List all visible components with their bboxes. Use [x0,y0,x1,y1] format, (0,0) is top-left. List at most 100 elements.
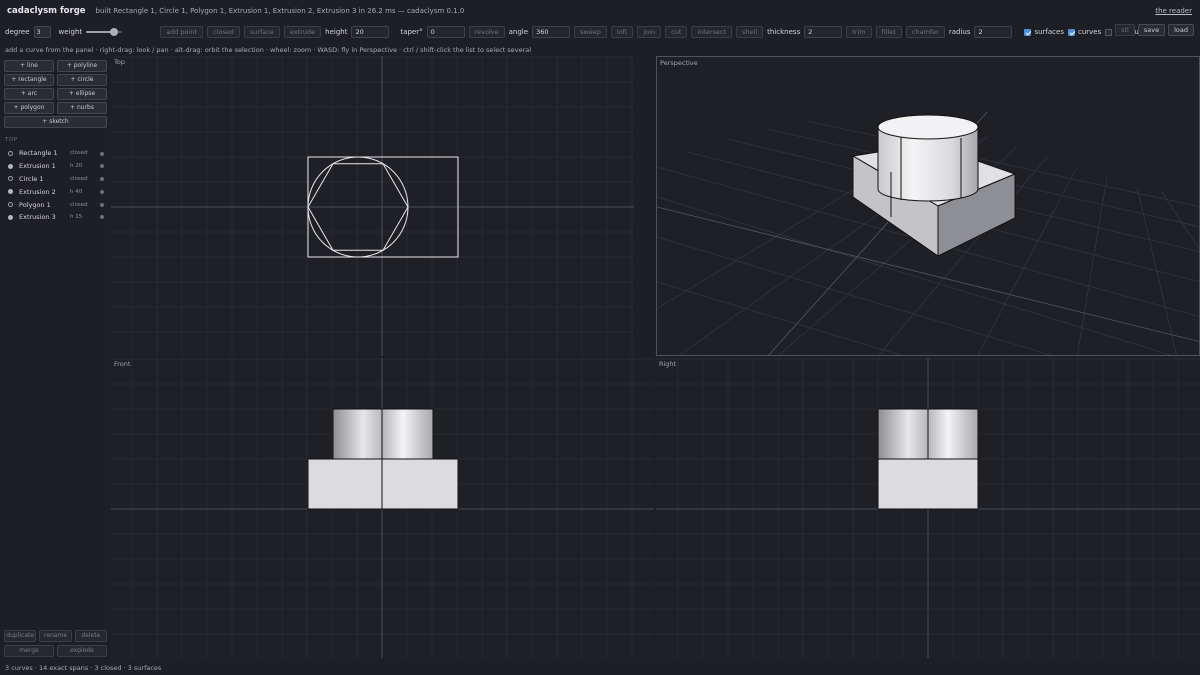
object-actions: duplicate rename delete merge explode [4,630,107,660]
front-view-canvas[interactable] [111,358,654,658]
save-button[interactable]: save [1137,24,1166,36]
curve-buttons: + line + polyline + rectangle + circle +… [4,60,107,128]
tree-item-meta: h 15 [70,214,83,221]
closed-button[interactable]: closed [207,26,240,38]
tree-item-extrusion-2[interactable]: Extrusion 2 h 40 [4,185,107,198]
add-circle-button[interactable]: + circle [57,74,107,86]
height-input[interactable]: 20 [351,26,390,38]
revolve-button[interactable]: revolve [468,26,505,38]
chamfer-button[interactable]: chamfer [905,26,945,38]
explode-button[interactable]: explode [57,645,107,657]
angle-input[interactable]: 360 [532,26,571,38]
merge-button[interactable]: merge [4,645,54,657]
tree-item-circle-1[interactable]: Circle 1 closed [4,173,107,186]
app-header: cadaclysm forge built Rectangle 1, Circl… [0,0,1200,22]
visibility-icon[interactable] [100,177,104,182]
perspective-canvas[interactable] [657,57,1200,356]
sweep-button[interactable]: sweep [574,26,607,38]
tree-item-name: Extrusion 2 [19,187,56,196]
height-label: height [325,28,348,36]
measures-checkbox[interactable] [1105,28,1113,36]
curve-icon [8,150,13,156]
intersect-button[interactable]: intersect [691,26,733,38]
surfaces-toggle[interactable]: surfaces [1024,28,1064,36]
tree-item-extrusion-3[interactable]: Extrusion 3 h 15 [4,211,107,224]
tree-item-rectangle-1[interactable]: Rectangle 1 closed [4,147,107,160]
surface-button[interactable]: surface [243,26,280,38]
visibility-icon[interactable] [100,164,104,169]
loft-button[interactable]: loft [610,26,634,38]
tree-item-name: Polygon 1 [19,200,51,209]
add-sketch-button[interactable]: + sketch [4,116,107,128]
weight-slider[interactable] [86,27,123,37]
viewport-label: Front [114,360,131,368]
top-view-canvas[interactable] [111,56,634,356]
status-bar: 3 curves · 14 exact spans · 3 closed · 3… [5,664,162,672]
cut-button[interactable]: cut [665,26,688,38]
tree-item-extrusion-1[interactable]: Extrusion 1 h 20 [4,160,107,173]
add-nurbs-button[interactable]: + nurbs [57,102,107,114]
taper-input[interactable]: 0 [426,26,465,38]
join-button[interactable]: join [637,26,662,38]
radius-input[interactable]: 2 [974,26,1013,38]
visibility-icon[interactable] [100,215,104,220]
trim-button[interactable]: trim [846,26,872,38]
extrude-button[interactable]: extrude [283,26,322,38]
degree-select[interactable]: 3 [33,26,51,38]
object-tree: Rectangle 1 closed Extrusion 1 h 20 Circ… [4,147,107,224]
reader-link[interactable]: the reader [1155,7,1192,15]
add-rectangle-button[interactable]: + rectangle [4,74,54,86]
tree-item-meta: closed [70,150,88,157]
curves-toggle[interactable]: curves [1068,28,1101,36]
add-ellipse-button[interactable]: + ellipse [57,88,107,100]
curves-checkbox[interactable] [1068,28,1075,36]
build-message: built Rectangle 1, Circle 1, Polygon 1, … [95,7,465,15]
shell-button[interactable]: shell [736,26,764,38]
weight-slider-knob[interactable] [110,28,119,36]
tree-item-polygon-1[interactable]: Polygon 1 closed [4,198,107,211]
degree-label: degree [5,28,30,36]
load-button[interactable]: load [1168,24,1194,36]
add-polygon-button[interactable]: + polygon [4,102,54,114]
visibility-icon[interactable] [100,151,104,156]
surfaces-label: surfaces [1034,28,1064,36]
curve-icon [8,202,13,208]
tree-item-meta: closed [70,201,88,208]
curves-label: curves [1078,28,1102,36]
solid-icon [8,189,13,195]
visibility-icon[interactable] [100,189,104,194]
curve-icon [8,176,13,182]
viewport-right[interactable]: Right [656,358,1200,658]
rename-button[interactable]: rename [39,630,72,642]
thickness-input[interactable]: 2 [804,26,843,38]
fillet-button[interactable]: fillet [875,26,902,38]
tree-item-name: Rectangle 1 [19,149,58,158]
tree-item-meta: h 40 [70,188,83,195]
duplicate-button[interactable]: duplicate [4,630,37,642]
delete-button[interactable]: delete [74,630,107,642]
extrusion-1-box[interactable] [307,458,459,510]
add-line-button[interactable]: + line [4,60,54,72]
viewport-label: Perspective [660,59,698,67]
add-polyline-button[interactable]: + polyline [57,60,107,72]
tree-item-name: Extrusion 3 [19,213,56,222]
viewport-front[interactable]: Front [111,358,654,658]
surfaces-checkbox[interactable] [1024,28,1032,36]
tree-item-name: Extrusion 1 [19,162,56,171]
radius-label: radius [948,28,971,36]
viewport-perspective[interactable]: Perspective [656,56,1200,356]
stl-button[interactable]: stl [1115,24,1135,36]
extrusion-2-top[interactable] [877,114,979,140]
viewport-top[interactable]: Top [111,56,634,356]
add-arc-button[interactable]: + arc [4,88,54,100]
add-point-button[interactable]: add point [160,26,204,38]
tree-item-meta: h 20 [70,163,83,170]
solid-icon [8,163,13,169]
thickness-label: thickness [767,28,801,36]
file-buttons: stl save load [1115,24,1194,36]
extrusion-1-box[interactable] [877,458,979,510]
right-view-canvas[interactable] [656,358,1200,658]
visibility-icon[interactable] [100,202,104,207]
extrusion-2-cylinder[interactable] [332,408,434,460]
weight-label: weight [58,28,83,36]
